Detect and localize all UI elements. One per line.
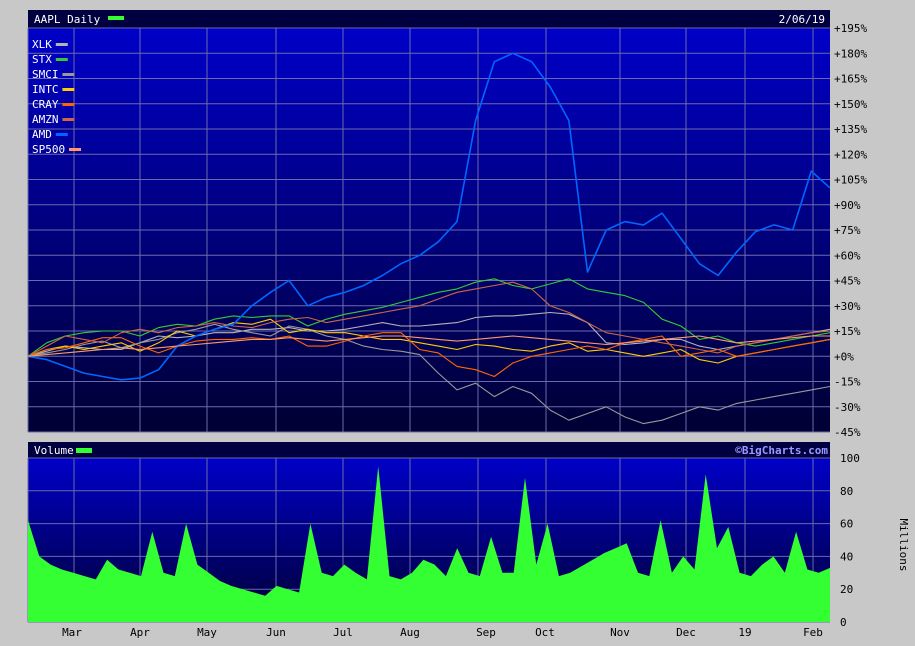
legend-swatch-smci: [62, 73, 75, 76]
legend-swatch-amzn: [62, 118, 75, 121]
legend-label-intc: INTC: [32, 83, 59, 96]
legend-label-xlk: XLK: [32, 38, 52, 51]
price-y-tick-label: -15%: [834, 376, 861, 389]
price-y-tick-label: +165%: [834, 73, 867, 86]
price-y-tick-label: +105%: [834, 174, 867, 187]
x-tick-label: Apr: [130, 626, 150, 639]
x-tick-label: Sep: [476, 626, 496, 639]
price-y-tick-label: -30%: [834, 401, 861, 414]
price-y-tick-label: +135%: [834, 123, 867, 136]
x-tick-label: Aug: [400, 626, 420, 639]
x-tick-label: Jul: [333, 626, 353, 639]
volume-units-label: Millions: [897, 519, 910, 572]
legend-swatch-sp500: [69, 148, 81, 151]
price-panel-header: [28, 10, 830, 28]
price-y-tick-label: +30%: [834, 300, 861, 313]
volume-y-tick-label: 40: [840, 550, 853, 563]
legend-swatch-intc: [62, 88, 75, 91]
volume-y-tick-label: 60: [840, 518, 853, 531]
legend-label-amzn: AMZN: [32, 113, 59, 126]
x-tick-label: Dec: [676, 626, 696, 639]
volume-color-swatch: [76, 448, 92, 453]
volume-y-tick-label: 20: [840, 583, 853, 596]
x-tick-label: Nov: [610, 626, 630, 639]
price-y-tick-label: +45%: [834, 275, 861, 288]
price-y-tick-label: +0%: [834, 350, 854, 363]
stock-comparison-chart: AAPL Daily 2/06/19 XLK STX SMCI INTC CRAY AMZ…: [0, 0, 915, 641]
price-y-tick-label: +150%: [834, 98, 867, 111]
x-tick-label: Oct: [535, 626, 555, 639]
chart-canvas: AAPL Daily 2/06/19 XLK STX SMCI INTC CRAY AMZ…: [0, 0, 915, 641]
volume-title: Volume: [34, 444, 74, 457]
volume-panel-header: [28, 442, 830, 458]
legend-label-smci: SMCI: [32, 68, 59, 81]
symbol-label: AAPL Daily: [34, 13, 101, 26]
legend-swatch-xlk: [55, 43, 68, 46]
volume-y-tick-label: 0: [840, 616, 847, 629]
x-tick-label: Jun: [266, 626, 286, 639]
legend-swatch-stx: [55, 58, 68, 61]
price-y-tick-label: +60%: [834, 249, 861, 262]
price-y-tick-label: +195%: [834, 22, 867, 35]
legend-label-cray: CRAY: [32, 98, 59, 111]
volume-y-tick-label: 100: [840, 452, 860, 465]
volume-y-tick-label: 80: [840, 485, 853, 498]
legend-label-amd: AMD: [32, 128, 52, 141]
symbol-color-swatch: [108, 16, 124, 20]
price-y-tick-label: +90%: [834, 199, 861, 212]
legend-swatch-cray: [62, 103, 75, 106]
header-date: 2/06/19: [779, 13, 825, 26]
watermark: ©BigCharts.com: [735, 444, 828, 457]
legend-label-sp500: SP500: [32, 143, 65, 156]
x-tick-label: 19: [738, 626, 751, 639]
price-y-tick-label: +15%: [834, 325, 861, 338]
legend-swatch-amd: [55, 133, 68, 136]
price-y-tick-label: +120%: [834, 148, 867, 161]
price-y-tick-label: +180%: [834, 47, 867, 60]
price-y-tick-label: +75%: [834, 224, 861, 237]
legend-label-stx: STX: [32, 53, 52, 66]
price-y-tick-label: -45%: [834, 426, 861, 439]
x-tick-label: May: [197, 626, 217, 639]
x-tick-label: Feb: [803, 626, 823, 639]
x-tick-label: Mar: [62, 626, 82, 639]
